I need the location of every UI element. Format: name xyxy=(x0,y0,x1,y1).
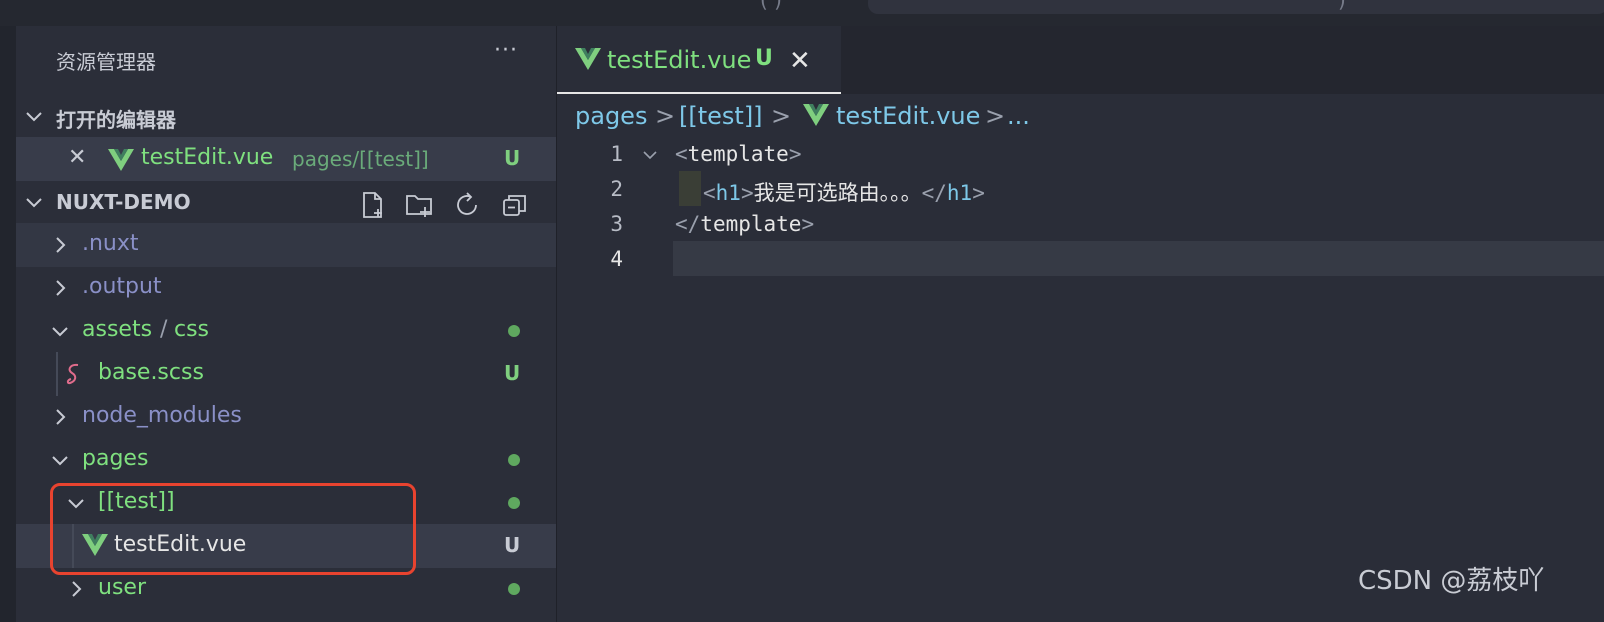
breadcrumb-item[interactable]: ... xyxy=(1007,102,1030,130)
watermark: CSDN @荔枝吖 xyxy=(1358,566,1545,596)
folder-label: .nuxt xyxy=(82,231,139,256)
breadcrumb-item[interactable]: testEdit.vue xyxy=(836,102,980,130)
editor-area: testEdit.vue U ✕ pages > [[test]] > test… xyxy=(557,26,1604,622)
close-tab-icon[interactable]: ✕ xyxy=(789,46,811,76)
modified-dot xyxy=(508,497,520,509)
line-number: 2 xyxy=(610,177,623,201)
explorer-title: 资源管理器 xyxy=(56,50,156,74)
modified-dot xyxy=(508,454,520,466)
modified-dot xyxy=(508,583,520,595)
folder-label: .output xyxy=(82,274,162,299)
fold-chevron-icon[interactable] xyxy=(641,145,659,163)
breadcrumb-separator: > xyxy=(985,102,1006,130)
code-line-4[interactable]: 4 xyxy=(557,241,1604,276)
project-name: NUXT-DEMO xyxy=(56,190,191,214)
chevron-right-icon xyxy=(50,407,70,427)
modified-dot xyxy=(508,325,520,337)
command-center[interactable] xyxy=(868,0,1604,14)
collapse-all-icon[interactable] xyxy=(500,190,530,220)
vue-file-icon xyxy=(108,149,134,175)
line-number: 1 xyxy=(610,142,623,166)
breadcrumb-item[interactable]: pages xyxy=(575,102,647,130)
more-actions-icon[interactable]: ··· xyxy=(494,38,518,63)
tab-testedit-vue[interactable]: testEdit.vue U ✕ xyxy=(557,26,841,94)
tree-item-nuxt[interactable]: .nuxt xyxy=(16,223,556,267)
file-label: base.scss xyxy=(98,360,204,385)
tab-bar: testEdit.vue U ✕ xyxy=(557,26,1604,94)
untracked-badge: U xyxy=(504,146,521,170)
sass-file-icon xyxy=(64,362,86,390)
vue-file-icon xyxy=(803,104,829,132)
chevron-down-icon xyxy=(50,450,70,470)
vue-file-icon xyxy=(575,48,601,74)
chevron-right-icon xyxy=(50,235,70,255)
folder-label: pages xyxy=(82,446,149,471)
indent-guide xyxy=(56,352,58,396)
open-editor-item[interactable]: ✕ testEdit.vue pages/[[test]] U xyxy=(16,137,556,181)
folder-label: node_modules xyxy=(82,403,242,428)
folder-label: user xyxy=(98,575,146,600)
refresh-icon[interactable] xyxy=(452,190,482,220)
top-fragment-right: ) xyxy=(1338,0,1346,12)
chevron-right-icon xyxy=(66,579,86,599)
chevron-down-icon xyxy=(50,321,70,341)
code-text: <h1>我是可选路由。。。</h1> xyxy=(703,181,985,205)
activity-bar xyxy=(0,26,16,622)
open-editors-header[interactable]: 打开的编辑器 xyxy=(16,94,556,138)
chevron-down-icon xyxy=(24,192,44,212)
chevron-right-icon xyxy=(50,278,70,298)
top-fragment-left: ( ) xyxy=(760,0,782,12)
untracked-badge: U xyxy=(755,46,773,71)
code-line-3[interactable]: 3 </template> xyxy=(557,206,1604,241)
open-editor-name: testEdit.vue xyxy=(141,145,274,170)
path-separator: / xyxy=(160,317,168,342)
line-number: 4 xyxy=(610,247,623,271)
tab-label: testEdit.vue xyxy=(607,46,752,74)
tree-item-node-modules[interactable]: node_modules xyxy=(16,395,556,439)
tree-item-output[interactable]: .output xyxy=(16,266,556,310)
close-editor-icon[interactable]: ✕ xyxy=(68,145,86,170)
new-folder-icon[interactable] xyxy=(404,190,434,220)
annotation-highlight-box xyxy=(50,483,416,575)
line-number: 3 xyxy=(610,212,623,236)
open-editor-path: pages/[[test]] xyxy=(292,147,429,171)
breadcrumb-separator: > xyxy=(771,102,792,130)
project-header[interactable]: NUXT-DEMO xyxy=(16,180,556,224)
untracked-badge: U xyxy=(504,361,521,385)
breadcrumb-item[interactable]: [[test]] xyxy=(679,102,763,130)
indent-guide xyxy=(679,171,701,206)
tree-item-assets-css[interactable]: assets / css xyxy=(16,309,556,353)
code-line-1[interactable]: 1 <template> xyxy=(557,136,1604,171)
folder-label: assets xyxy=(82,317,153,342)
code-text: </template> xyxy=(675,212,815,236)
chevron-down-icon xyxy=(24,106,44,126)
tree-item-pages[interactable]: pages xyxy=(16,438,556,482)
code-text: <template> xyxy=(675,142,802,166)
open-editors-label: 打开的编辑器 xyxy=(56,108,176,132)
breadcrumb-separator: > xyxy=(655,102,676,130)
new-file-icon[interactable] xyxy=(358,190,388,220)
untracked-badge: U xyxy=(504,533,521,557)
tree-item-base-scss[interactable]: base.scss U xyxy=(16,352,556,396)
folder-label: css xyxy=(174,317,210,342)
code-line-2[interactable]: 2 <h1>我是可选路由。。。</h1> xyxy=(557,171,1604,206)
